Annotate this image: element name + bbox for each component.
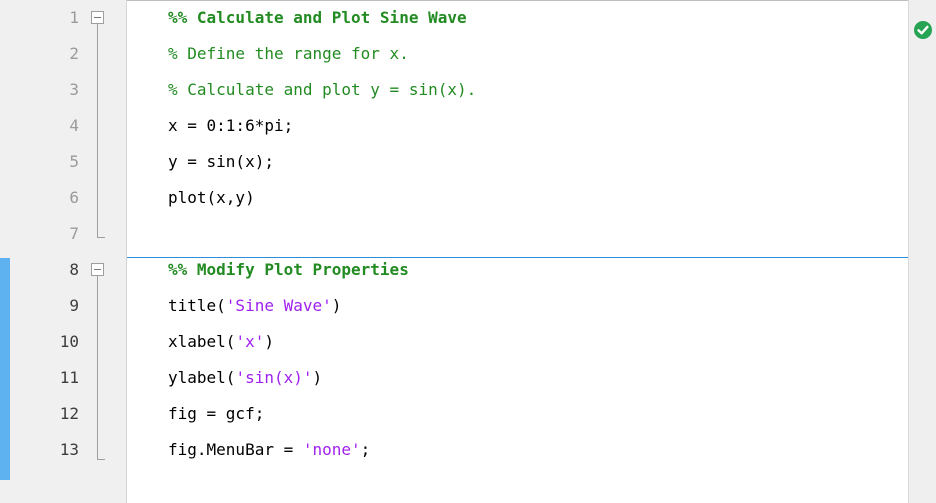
code-text: fig = gcf; [168, 404, 265, 423]
code-text: title('Sine Wave') [168, 288, 341, 324]
code-line[interactable]: 1 %% Calculate and Plot Sine Wave [0, 0, 908, 36]
string-literal: 'x' [235, 332, 265, 351]
code-line[interactable]: 10 xlabel('x') [0, 324, 908, 360]
code-line[interactable]: 8 %% Modify Plot Properties [0, 252, 908, 288]
line-number: 3 [69, 80, 79, 99]
line-number: 2 [69, 44, 79, 63]
code-token: title( [168, 296, 226, 315]
code-line[interactable]: 2 % Define the range for x. [0, 36, 908, 72]
code-text: xlabel('x') [168, 324, 274, 360]
line-number: 6 [69, 188, 79, 207]
code-line[interactable]: 12 fig = gcf; [0, 396, 908, 432]
line-number: 12 [59, 404, 79, 423]
line-number: 9 [69, 296, 79, 315]
code-line[interactable]: 11 ylabel('sin(x)') [0, 360, 908, 396]
code-line[interactable]: 7 [0, 216, 908, 252]
code-token: fig.MenuBar = [168, 440, 303, 459]
code-editor[interactable]: 1 %% Calculate and Plot Sine Wave 2 % De… [0, 0, 936, 503]
status-bar [908, 0, 936, 503]
code-line[interactable]: 9 title('Sine Wave') [0, 288, 908, 324]
section-title: %% Modify Plot Properties [168, 260, 409, 279]
line-number: 1 [69, 8, 79, 27]
comment-text: % Define the range for x. [168, 44, 409, 63]
comment-text: % Calculate and plot y = sin(x). [168, 80, 477, 99]
code-line[interactable]: 5 y = sin(x); [0, 144, 908, 180]
line-number: 13 [59, 440, 79, 459]
code-token: ) [312, 368, 323, 387]
check-circle-icon[interactable] [914, 21, 932, 39]
string-literal: 'none' [302, 440, 361, 459]
code-text: plot(x,y) [168, 188, 255, 207]
code-text: y = sin(x); [168, 152, 274, 171]
code-token: ylabel( [168, 368, 236, 387]
line-number: 4 [69, 116, 79, 135]
code-token: xlabel( [168, 332, 236, 351]
code-line[interactable]: 3 % Calculate and plot y = sin(x). [0, 72, 908, 108]
code-token: ) [331, 296, 342, 315]
code-line[interactable]: 13 fig.MenuBar = 'none'; [0, 432, 908, 468]
string-literal: 'Sine Wave' [225, 296, 332, 315]
code-line[interactable]: 6 plot(x,y) [0, 180, 908, 216]
line-number: 8 [69, 260, 79, 279]
code-line[interactable]: 4 x = 0:1:6*pi; [0, 108, 908, 144]
code-token: ) [264, 332, 274, 351]
code-text: x = 0:1:6*pi; [168, 116, 294, 135]
line-number: 7 [69, 224, 79, 243]
code-text: fig.MenuBar = 'none'; [168, 432, 370, 468]
section-title: %% Calculate and Plot Sine Wave [168, 8, 467, 27]
code-token: ; [360, 440, 371, 459]
string-literal: 'sin(x)' [235, 368, 313, 387]
code-text: ylabel('sin(x)') [168, 360, 322, 396]
line-number: 11 [59, 368, 79, 387]
line-number: 5 [69, 152, 79, 171]
line-number: 10 [59, 332, 79, 351]
